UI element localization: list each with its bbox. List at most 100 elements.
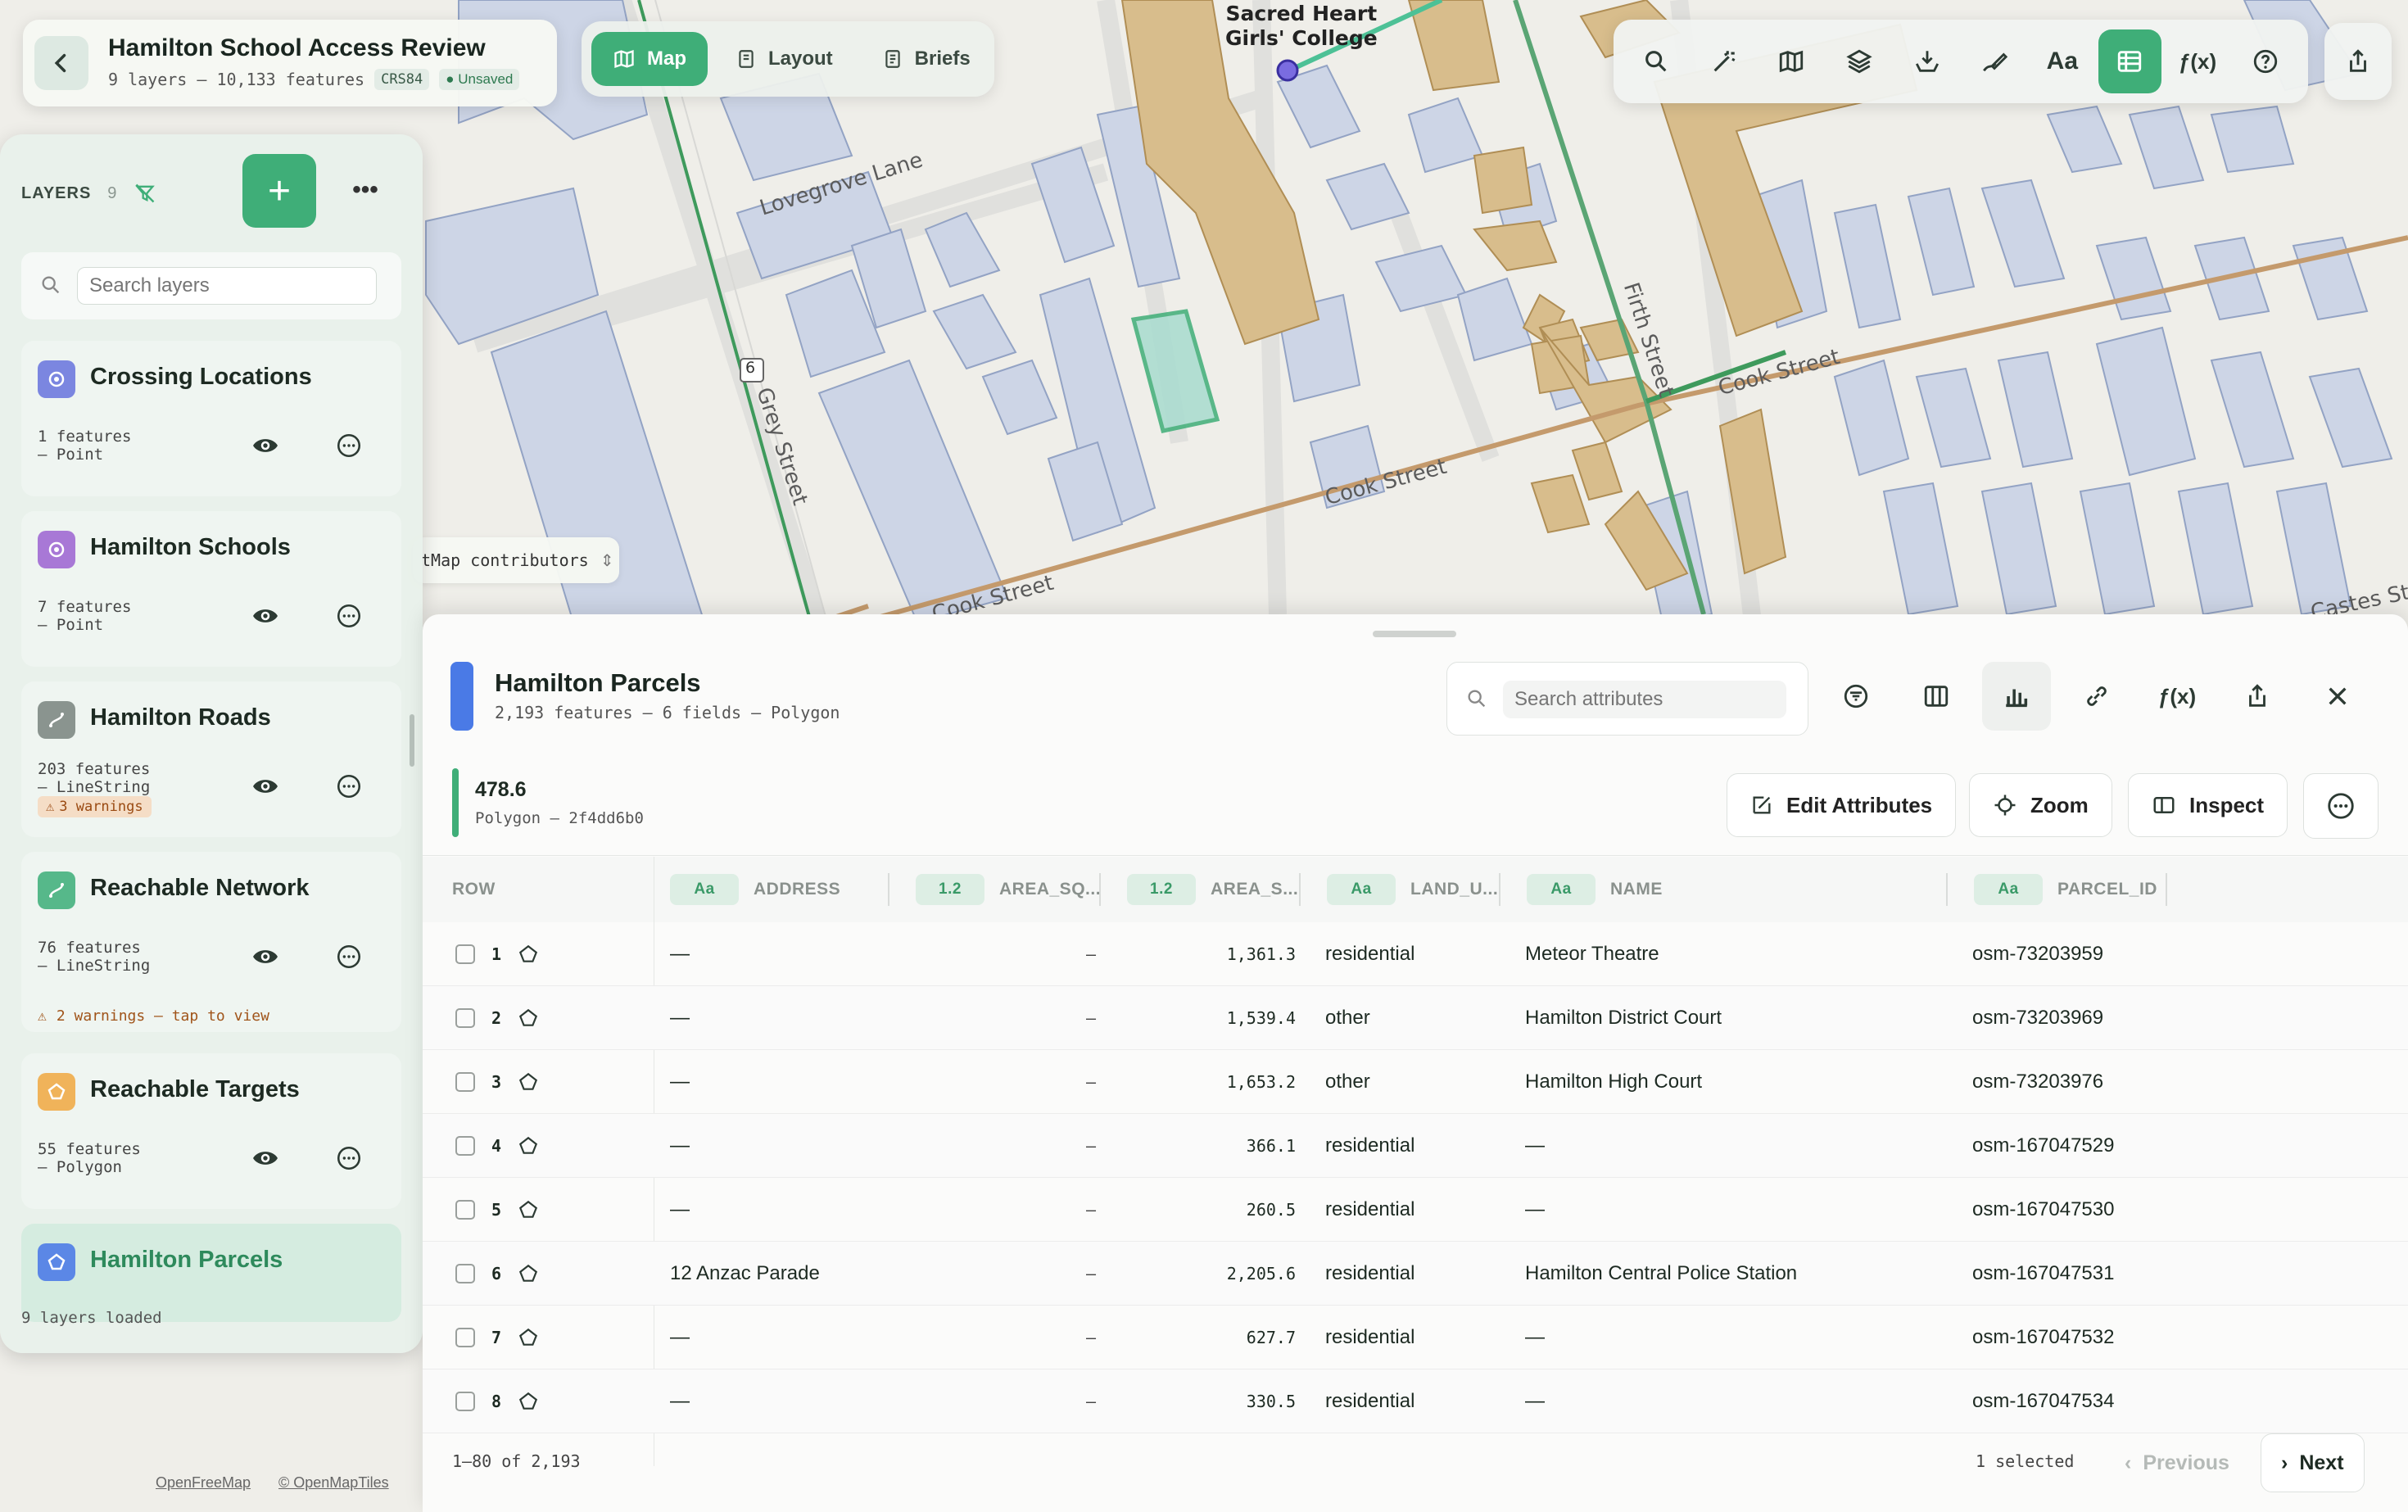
filter-icon — [1844, 684, 1868, 708]
search-button[interactable] — [1625, 29, 1688, 93]
layer-name: Reachable Network — [90, 875, 310, 901]
table-row[interactable]: 6 12 Anzac Parade – 2,205.6 residential Hamil… — [423, 1242, 2408, 1306]
crs-badge: CRS84 — [374, 69, 430, 90]
zoom-button[interactable]: Zoom — [1969, 773, 2112, 837]
cell-parcel-id: osm-167047532 — [1972, 1326, 2115, 1348]
table-row[interactable]: 8 — – 330.5 residential — osm-167047534 — [423, 1369, 2408, 1433]
visibility-toggle[interactable] — [242, 934, 288, 980]
layer-options-button[interactable] — [326, 423, 372, 469]
column-resizer[interactable] — [1499, 873, 1500, 906]
layer-card-reachable-network[interactable]: Reachable Network 76 features – LineStrin… — [21, 852, 401, 1032]
back-button[interactable] — [34, 36, 88, 90]
layer-options-button[interactable] — [326, 1135, 372, 1181]
layer-options-button[interactable] — [326, 593, 372, 639]
filter-off-icon[interactable] — [134, 182, 156, 205]
columns-button[interactable] — [1902, 662, 1971, 731]
cell-row: 1 — [455, 922, 539, 986]
share-button[interactable] — [2324, 23, 2392, 100]
layer-card-hamilton-parcels[interactable]: Hamilton Parcels — [21, 1224, 401, 1322]
tab-briefs[interactable]: Briefs — [861, 32, 992, 86]
row-checkbox[interactable] — [455, 1328, 475, 1347]
layer-card-hamilton-roads[interactable]: Hamilton Roads 203 features – LineString … — [21, 681, 401, 837]
cell-name: Hamilton District Court — [1525, 1007, 1722, 1029]
text-type-icon: Aa — [1974, 874, 2043, 905]
row-checkbox[interactable] — [455, 1008, 475, 1028]
visibility-toggle[interactable] — [242, 763, 288, 809]
cell-row: 8 — [455, 1369, 539, 1433]
magic-wand-button[interactable] — [1693, 29, 1756, 93]
warnings-badge[interactable]: ⚠ 3 warnings — [38, 796, 152, 817]
basemap-button[interactable] — [1760, 29, 1823, 93]
column-header-row[interactable]: ROW — [452, 857, 496, 922]
column-header-name[interactable]: Aa NAME — [1527, 857, 1663, 922]
layer-card-reachable-targets[interactable]: Reachable Targets 55 features – Polygon — [21, 1053, 401, 1209]
column-header-parcel-id[interactable]: Aa PARCEL_ID — [1974, 857, 2157, 922]
visibility-toggle[interactable] — [242, 1135, 288, 1181]
column-resizer[interactable] — [1299, 873, 1301, 906]
attribution-openfreemap[interactable]: OpenFreeMap — [156, 1474, 251, 1492]
column-resizer[interactable] — [1099, 873, 1101, 906]
draw-button[interactable] — [1963, 29, 2026, 93]
table-row[interactable]: 1 — – 1,361.3 residential Meteor Theatre osm-7… — [423, 922, 2408, 986]
field-calculator-button[interactable]: ƒ(x) — [2143, 662, 2211, 731]
attribution-chip[interactable]: tMap contributors ⇕ — [413, 537, 619, 583]
layer-search-input[interactable] — [77, 267, 377, 305]
row-number: 5 — [491, 1200, 502, 1220]
column-resizer[interactable] — [1946, 873, 1948, 906]
layers-button[interactable] — [1828, 29, 1891, 93]
table-row[interactable]: 4 — – 366.1 residential — osm-167047529 — [423, 1114, 2408, 1178]
visibility-toggle[interactable] — [242, 423, 288, 469]
row-checkbox[interactable] — [455, 1392, 475, 1411]
resize-handle[interactable] — [1373, 631, 1456, 637]
column-header-address[interactable]: Aa ADDRESS — [670, 857, 840, 922]
tab-layout[interactable]: Layout — [714, 32, 854, 86]
next-page-button[interactable]: › Next — [2261, 1433, 2365, 1492]
table-row[interactable]: 3 — – 1,653.2 other Hamilton High Court osm-73… — [423, 1050, 2408, 1114]
edit-attributes-label: Edit Attributes — [1786, 792, 1933, 817]
table-row[interactable]: 2 — – 1,539.4 other Hamilton District Court os… — [423, 986, 2408, 1050]
layers-scrollbar[interactable] — [410, 714, 414, 767]
chevron-updown-icon: ⇕ — [600, 551, 614, 570]
column-resizer[interactable] — [2166, 873, 2167, 906]
column-header-area-s[interactable]: 1.2 AREA_S... — [1127, 857, 1298, 922]
help-button[interactable] — [2234, 29, 2297, 93]
cell-name: — — [1525, 1390, 1545, 1412]
warnings-link[interactable]: ⚠ 2 warnings – tap to view — [38, 1007, 269, 1025]
row-checkbox[interactable] — [455, 1200, 475, 1220]
add-layer-button[interactable]: + — [242, 154, 316, 228]
layer-card-hamilton-schools[interactable]: Hamilton Schools 7 features – Point — [21, 511, 401, 667]
attribute-search-input[interactable] — [1503, 681, 1786, 718]
link-button[interactable] — [2062, 662, 2131, 731]
row-checkbox[interactable] — [455, 1264, 475, 1283]
table-row[interactable]: 5 — – 260.5 residential — osm-167047530 — [423, 1178, 2408, 1242]
column-resizer[interactable] — [888, 873, 889, 906]
edit-attributes-button[interactable]: Edit Attributes — [1727, 773, 1957, 837]
expression-button[interactable]: ƒ(x) — [2166, 29, 2229, 93]
layer-options-button[interactable] — [326, 934, 372, 980]
inspect-button[interactable]: Inspect — [2128, 773, 2288, 837]
previous-page-button[interactable]: ‹ Previous — [2105, 1433, 2249, 1492]
row-checkbox[interactable] — [455, 1136, 475, 1156]
column-header-land-use[interactable]: Aa LAND_U... — [1327, 857, 1498, 922]
export-button[interactable] — [2223, 662, 2292, 731]
visibility-toggle[interactable] — [242, 593, 288, 639]
row-checkbox[interactable] — [455, 1072, 475, 1092]
filter-button[interactable] — [1822, 662, 1890, 731]
eye-icon — [253, 439, 278, 452]
labels-button[interactable]: Aa — [2031, 29, 2094, 93]
tab-map[interactable]: Map — [591, 32, 708, 86]
layers-more-button[interactable]: ••• — [344, 169, 387, 211]
layer-card-crossing-locations[interactable]: Crossing Locations 1 features – Point — [21, 341, 401, 496]
attribution-openmaptiles[interactable]: © OpenMapTiles — [278, 1474, 389, 1492]
row-checkbox[interactable] — [455, 944, 475, 964]
import-button[interactable] — [1895, 29, 1958, 93]
close-table-button[interactable] — [2303, 662, 2372, 731]
statistics-button[interactable] — [1982, 662, 2051, 731]
layer-options-button[interactable] — [326, 763, 372, 809]
table-button[interactable] — [2098, 29, 2161, 93]
table-row[interactable]: 7 — – 627.7 residential — osm-167047532 — [423, 1306, 2408, 1369]
feature-more-button[interactable] — [2303, 773, 2379, 839]
column-header-area-sq[interactable]: 1.2 AREA_SQ... — [916, 857, 1101, 922]
close-icon — [2329, 687, 2347, 705]
selected-feature-value: 478.6 — [475, 778, 527, 801]
